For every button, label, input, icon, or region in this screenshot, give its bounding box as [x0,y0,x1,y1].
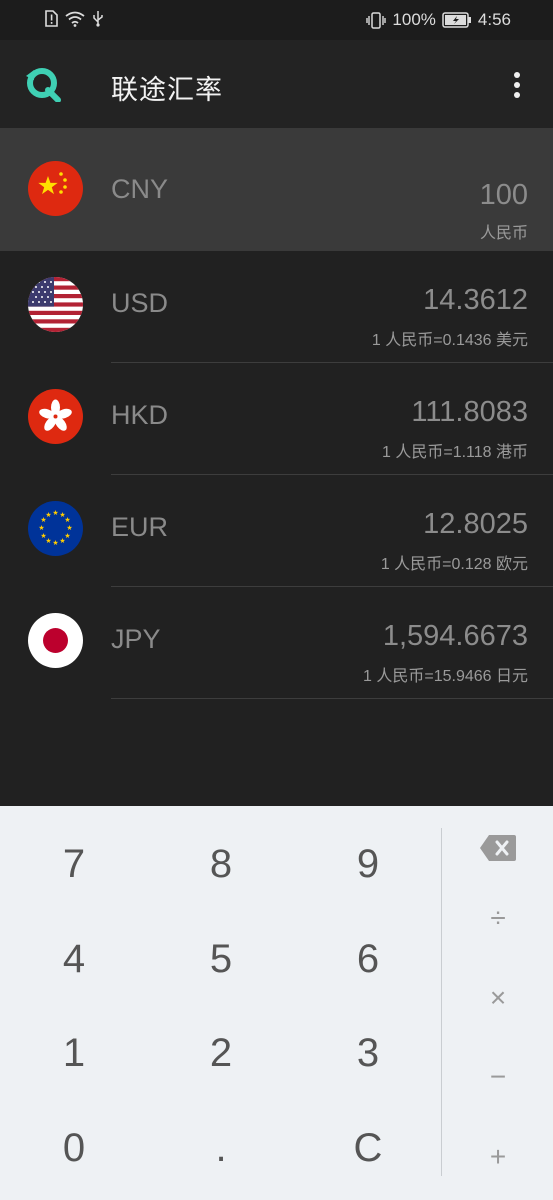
key-5[interactable]: 5 [171,924,271,994]
currency-row-usd[interactable]: USD 14.3612 1 人民币=0.1436 美元 [0,251,553,363]
key-6[interactable]: 6 [318,924,418,994]
number-keypad: 7 8 9 4 5 6 1 2 3 0 . C ÷ × − + [0,806,553,1200]
usa-flag-icon [28,277,83,332]
row-divider [111,698,553,699]
key-9[interactable]: 9 [318,829,418,899]
currency-row-hkd[interactable]: HKD 111.8083 1 人民币=1.118 港币 [0,363,553,475]
key-1[interactable]: 1 [24,1018,124,1088]
currency-row-eur[interactable]: ★ ★ ★ ★ ★ ★ ★ ★ ★ ★ ★ ★ EUR 12.8025 1 人民… [0,475,553,587]
currency-code: EUR [111,512,169,542]
svg-text:★: ★ [66,524,72,532]
refresh-q-logo-icon [26,68,61,102]
currency-code: JPY [111,624,161,654]
eu-flag-icon: ★ ★ ★ ★ ★ ★ ★ ★ ★ ★ ★ ★ [28,501,83,556]
svg-text:★: ★ [38,524,44,532]
usb-icon [93,11,103,27]
svg-text:★: ★ [45,511,51,519]
exchange-rate: 1 人民币=0.1436 美元 [371,332,528,349]
key-clear[interactable]: C [318,1113,418,1183]
key-multiply[interactable]: × [458,968,538,1028]
vibrate-icon [366,11,387,29]
key-7[interactable]: 7 [24,829,124,899]
currency-amount: 1,594.6673 [382,620,528,652]
currency-code: HKD [111,400,169,430]
more-vert-icon[interactable] [507,70,527,100]
clock: 4:56 [477,10,511,29]
status-left-icons [45,10,104,27]
japan-flag-icon [28,613,83,668]
key-decimal[interactable]: . [171,1113,271,1183]
battery-percent: 100% [392,10,436,29]
exchange-rate: 1 人民币=15.9466 日元 [363,668,528,685]
svg-text:★: ★ [59,537,65,545]
currency-amount: 14.3612 [423,284,528,316]
key-3[interactable]: 3 [318,1018,418,1088]
key-minus[interactable]: − [458,1047,538,1107]
svg-text:★: ★ [52,539,58,547]
key-2[interactable]: 2 [171,1018,271,1088]
currency-amount: 100 [479,179,528,211]
exchange-rate: 1 人民币=0.128 欧元 [380,556,528,573]
currency-code: CNY [111,174,169,204]
currency-list: CNY 100 人民币 USD 14.3612 1 人民币=0.1436 美元 … [0,128,553,699]
currency-row-jpy[interactable]: JPY 1,594.6673 1 人民币=15.9466 日元 [0,587,553,699]
exchange-rate: 1 人民币=1.118 港币 [382,444,528,461]
currency-amount: 12.8025 [423,508,528,540]
key-plus[interactable]: + [458,1127,538,1187]
china-flag-icon [28,161,83,216]
key-divide[interactable]: ÷ [458,888,538,948]
key-8[interactable]: 8 [171,829,271,899]
status-bar: 100% 4:56 [0,0,553,40]
svg-text:★: ★ [52,509,58,517]
battery-icon [442,12,471,28]
hong-kong-flag-icon [28,389,83,444]
backspace-icon[interactable] [479,834,517,862]
currency-name: 人民币 [479,225,528,242]
wifi-icon [65,11,85,27]
currency-code: USD [111,288,169,318]
currency-row-cny[interactable]: CNY 100 人民币 [0,128,553,251]
svg-text:★: ★ [64,516,70,524]
sim-alert-icon [45,10,58,27]
currency-amount: 111.8083 [411,396,528,428]
svg-text:★: ★ [40,532,46,540]
app-bar: 联途汇率 [0,40,553,128]
app-title: 联途汇率 [111,75,223,105]
key-4[interactable]: 4 [24,924,124,994]
status-right: 100% 4:56 [366,10,511,30]
key-0[interactable]: 0 [24,1113,124,1183]
keypad-divider [441,828,442,1176]
